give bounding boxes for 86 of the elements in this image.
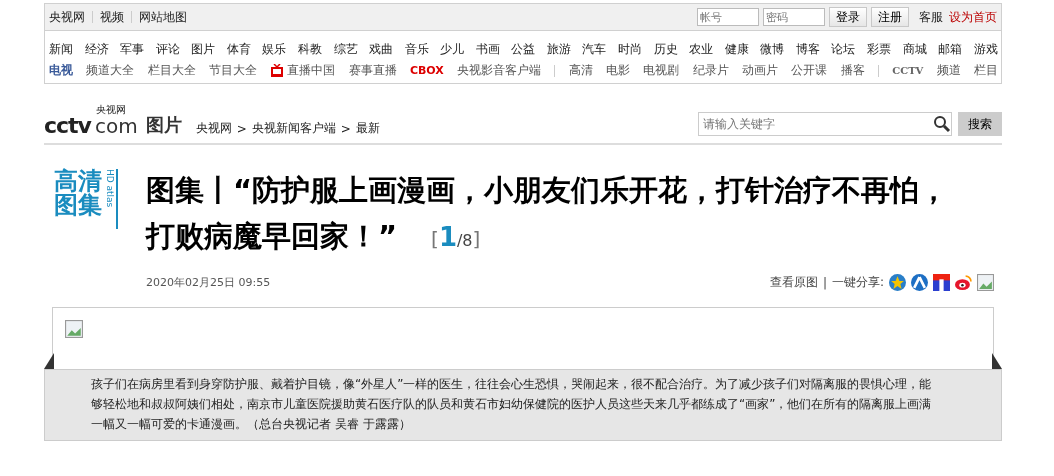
logo-text: cctv <box>44 115 91 137</box>
nav-link[interactable]: 高清 <box>568 62 593 79</box>
nav-link[interactable]: 历史 <box>653 41 678 58</box>
breadcrumb-separator: > <box>340 121 351 136</box>
search-button[interactable]: 搜索 <box>958 112 1002 136</box>
nav-link[interactable]: 图片 <box>191 41 216 58</box>
nav-link[interactable]: 频道 <box>936 62 961 79</box>
nav-link[interactable]: 节目大全 <box>208 62 257 79</box>
breadcrumb-link[interactable]: 央视网 <box>195 120 232 137</box>
top-link[interactable]: 客服 <box>919 8 943 26</box>
top-link[interactable]: 央视网 <box>49 8 85 26</box>
nav-link[interactable]: 旅游 <box>546 41 571 58</box>
nav-link[interactable]: 博客 <box>795 41 820 58</box>
nav-link[interactable]: 综艺 <box>333 41 358 58</box>
photo-caption: 孩子们在病房里看到身穿防护服、戴着护目镜，像“外星人”一样的医生，往往会心生恐惧，哭闹起来，很不配合治疗。为了减少孩子们对隔离服的畏惧心理，能够轻松地和叔叔阿姨们相处，南京市儿童医院援助黄石医疗队的队员和黄石市妇幼保健院的医护人员这些天来几乎都练成了“画家”，他们在所有的隔离服上画满一幅又一幅可爱的卡通漫画。（总台央视记者 吴睿 于露露） <box>91 377 932 431</box>
search-icon <box>933 115 951 133</box>
top-button[interactable]: 登录 <box>829 7 867 27</box>
nav-link[interactable]: 书画 <box>475 41 500 58</box>
nav-label: 电视 <box>49 62 73 79</box>
logo-text: 央视网 <box>96 103 126 117</box>
nav-link[interactable]: 体育 <box>226 41 251 58</box>
nav-link[interactable]: 戏曲 <box>369 41 394 58</box>
nav-link[interactable]: 栏目 <box>973 62 998 79</box>
nav-link[interactable]: 邮箱 <box>938 41 963 58</box>
logo-text: com <box>94 115 138 137</box>
nav-link[interactable]: 商城 <box>902 41 927 58</box>
article-title: 图集丨“防护服上画漫画，小朋友们乐开花，打针治疗不再怕， <box>146 173 949 207</box>
share-label: 一键分享: <box>831 274 884 291</box>
nav-link[interactable]: 时尚 <box>618 41 642 58</box>
nav-link[interactable]: 公开课 <box>791 62 828 79</box>
star-icon[interactable] <box>889 274 906 291</box>
view-original-link[interactable]: 查看原图 <box>769 274 818 291</box>
nav-link[interactable]: 汽车 <box>582 41 607 58</box>
article-title: 打败病魔早回家！” <box>146 218 398 255</box>
counter-bracket: [ <box>431 227 439 251</box>
badge-text: 图集 <box>54 193 102 217</box>
weibo-icon[interactable] <box>955 274 972 291</box>
nav-link[interactable]: 娱乐 <box>262 41 287 58</box>
top-link[interactable]: 网站地图 <box>139 8 187 26</box>
nav-link[interactable]: 经济 <box>84 41 109 58</box>
nav-link[interactable]: 游戏 <box>973 41 998 58</box>
badge-text: 高清 <box>54 169 102 193</box>
publish-date: 2020年02月25日 09:55 <box>146 275 271 290</box>
nav-link[interactable]: 少儿 <box>440 41 465 58</box>
nav-link[interactable]: 健康 <box>724 41 749 58</box>
breadcrumb-link[interactable]: 最新 <box>355 120 380 137</box>
nav-link[interactable]: 新闻 <box>49 41 73 58</box>
nav-link[interactable]: 动画片 <box>741 62 778 79</box>
divider-text: | <box>822 275 827 290</box>
nav-link[interactable]: 直播中国 <box>287 62 336 79</box>
nav-link[interactable]: 军事 <box>120 41 145 58</box>
broken-image-icon <box>65 320 83 338</box>
nav-link[interactable]: 科教 <box>297 41 322 58</box>
password-field[interactable]: 密码 <box>763 8 825 26</box>
nav-link[interactable]: 农业 <box>689 41 714 58</box>
total-count: /8 <box>456 231 473 250</box>
breadcrumb-separator: > <box>236 121 247 136</box>
top-link[interactable]: 设为首页 <box>949 8 997 26</box>
nav-link[interactable]: 纪录片 <box>692 62 729 79</box>
badge-text: HD atlas <box>105 169 118 229</box>
top-link[interactable]: 视频 <box>100 8 124 26</box>
top-button[interactable]: 注册 <box>871 7 909 27</box>
section-title: 图片 <box>145 113 182 137</box>
tv-icon <box>270 63 285 78</box>
nav-link[interactable]: 论坛 <box>831 41 856 58</box>
current-index: 1 <box>438 222 457 252</box>
account-field[interactable]: 帐号 <box>697 8 759 26</box>
search-box[interactable]: 请输入关键字 <box>698 112 952 136</box>
nav-link[interactable]: 电视剧 <box>643 62 680 79</box>
logo-link[interactable]: CCTV <box>892 65 924 76</box>
nav-link[interactable]: 电影 <box>606 62 631 79</box>
nav-link[interactable]: 央视影音客户端 <box>457 62 542 79</box>
nav-link[interactable]: 彩票 <box>866 41 891 58</box>
nav-link[interactable]: 评论 <box>155 41 180 58</box>
nav-link[interactable]: 赛事直播 <box>348 62 397 79</box>
breadcrumb-link[interactable]: 央视新闻客户端 <box>251 120 336 137</box>
nav-link[interactable]: 音乐 <box>404 41 429 58</box>
share-icon[interactable] <box>933 274 950 291</box>
logo-link[interactable]: CBOX <box>409 64 444 77</box>
nav-link[interactable]: 播客 <box>840 62 865 79</box>
nav-link[interactable]: 微博 <box>760 41 785 58</box>
nav-link[interactable]: 频道大全 <box>86 62 135 79</box>
nav-link[interactable]: 栏目大全 <box>147 62 196 79</box>
nav-link[interactable]: 公益 <box>511 41 536 58</box>
broken-image-icon <box>977 274 994 291</box>
counter-bracket: ] <box>472 227 481 251</box>
